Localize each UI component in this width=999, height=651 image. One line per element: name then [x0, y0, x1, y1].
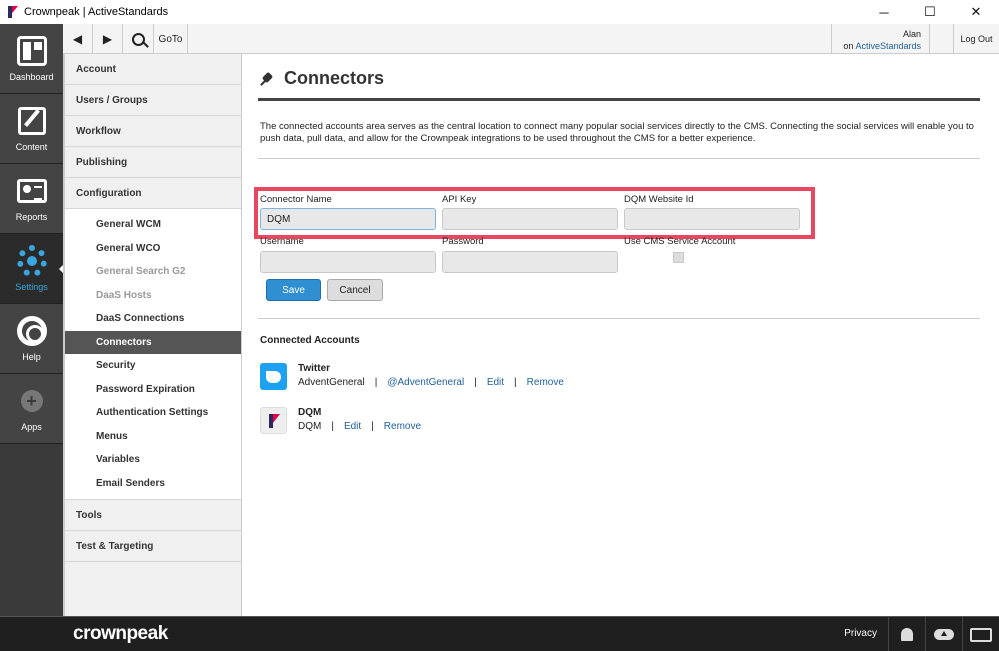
plus-icon: + [20, 389, 43, 412]
account-name: DQM [298, 407, 322, 418]
logout-button[interactable]: Log Out [953, 24, 999, 54]
nav-section-publishing[interactable]: Publishing [65, 147, 241, 178]
divider [258, 158, 980, 159]
page-title: Connectors [260, 68, 384, 89]
nav-item-email-senders[interactable]: Email Senders [65, 471, 241, 495]
page-title-text: Connectors [284, 68, 385, 88]
password-input[interactable] [442, 251, 618, 273]
search-button[interactable] [123, 24, 154, 54]
rail-label: Content [15, 141, 48, 152]
search-icon [131, 32, 145, 46]
rail-label: Help [22, 351, 41, 362]
highlight-annotation-box [254, 187, 815, 239]
close-button[interactable]: ✕ [953, 0, 999, 24]
nav-item-general-wco[interactable]: General WCO [65, 236, 241, 260]
nav-item-general-search-g2: General Search G2 [65, 260, 241, 284]
nav-item-daas-connections[interactable]: DaaS Connections [65, 307, 241, 331]
notifications-button[interactable] [888, 617, 925, 651]
main-rail: Dashboard Content Reports Settings Help … [0, 24, 64, 616]
nav-section-account[interactable]: Account [65, 54, 241, 85]
user-on-text: on [843, 41, 854, 51]
username-input[interactable] [260, 251, 436, 273]
window-titlebar: Crownpeak | ActiveStandards ─ ☐ ✕ [0, 0, 999, 24]
back-button[interactable]: ◀ [63, 24, 93, 54]
divider [258, 318, 980, 319]
cancel-button[interactable]: Cancel [327, 279, 383, 301]
nav-section-configuration[interactable]: Configuration [65, 178, 241, 209]
toolbar-separator [929, 24, 953, 54]
window-title: Crownpeak | ActiveStandards [24, 6, 169, 18]
fullscreen-button[interactable] [962, 617, 999, 651]
maximize-button[interactable]: ☐ [907, 0, 953, 24]
nav-item-connectors[interactable]: Connectors [65, 330, 241, 354]
nav-section-users-groups[interactable]: Users / Groups [65, 85, 241, 116]
account-id: DQM [298, 421, 322, 432]
nav-item-variables[interactable]: Variables [65, 448, 241, 472]
reports-icon [16, 178, 47, 203]
rail-label: Apps [21, 421, 42, 432]
connected-accounts-heading: Connected Accounts [260, 335, 360, 346]
edit-link[interactable]: Edit [344, 421, 361, 432]
nav-item-authentication-settings[interactable]: Authentication Settings [65, 401, 241, 425]
configuration-submenu: General WCM General WCO General Search G… [65, 209, 241, 500]
fullscreen-icon [970, 627, 992, 642]
goto-button[interactable]: GoTo [154, 24, 188, 54]
edit-icon [17, 106, 46, 135]
nav-item-general-wcm[interactable]: General WCM [65, 213, 241, 237]
page-description: The connected accounts area serves as th… [260, 121, 974, 144]
nav-item-daas-hosts: DaaS Hosts [65, 283, 241, 307]
nav-section-tools[interactable]: Tools [65, 500, 241, 531]
footer-brand-logo: crownpeak [73, 623, 168, 644]
title-divider [258, 98, 980, 101]
account-id: AdventGeneral [298, 377, 365, 388]
rail-item-apps[interactable]: + Apps [0, 374, 63, 444]
service-account-label: Use CMS Service Account [624, 236, 736, 247]
user-org: ActiveStandards [855, 41, 921, 51]
dqm-icon [260, 407, 287, 434]
password-label: Password [442, 236, 484, 247]
connected-account-twitter: Twitter AdventGeneral | @AdventGeneral | Edi… [260, 363, 564, 390]
rail-item-content[interactable]: Content [0, 94, 63, 164]
forward-button[interactable]: ▶ [93, 24, 123, 54]
account-name: Twitter [298, 363, 331, 374]
user-name: Alan [902, 29, 921, 39]
dashboard-icon [16, 35, 47, 66]
settings-nav: Account Users / Groups Workflow Publishi… [63, 54, 242, 616]
nav-item-security[interactable]: Security [65, 354, 241, 378]
rail-item-dashboard[interactable]: Dashboard [0, 24, 63, 94]
edit-link[interactable]: Edit [487, 377, 504, 388]
nav-item-menus[interactable]: Menus [65, 424, 241, 448]
account-handle-link[interactable]: @AdventGeneral [387, 377, 464, 388]
twitter-icon [260, 363, 287, 390]
rail-item-help[interactable]: Help [0, 304, 63, 374]
service-account-checkbox[interactable] [673, 252, 684, 263]
rail-label: Reports [15, 211, 48, 222]
username-label: Username [260, 236, 304, 247]
nav-section-workflow[interactable]: Workflow [65, 116, 241, 147]
rail-item-reports[interactable]: Reports [0, 164, 63, 234]
cloud-upload-button[interactable] [925, 617, 962, 651]
user-info[interactable]: Alan on ActiveStandards [831, 24, 929, 54]
lifebuoy-icon [16, 315, 47, 346]
cloud-upload-icon [934, 629, 954, 640]
rail-label: Settings [15, 281, 48, 292]
crownpeak-logo-icon [8, 6, 18, 18]
remove-link[interactable]: Remove [527, 377, 564, 388]
save-button[interactable]: Save [266, 279, 321, 301]
main-content: Connectors The connected accounts area s… [242, 54, 999, 616]
nav-section-test-targeting[interactable]: Test & Targeting [65, 531, 241, 562]
connected-account-dqm: DQM DQM | Edit | Remove [260, 407, 421, 434]
footer: crownpeak Privacy [0, 616, 999, 651]
nav-item-password-expiration[interactable]: Password Expiration [65, 377, 241, 401]
plug-icon [260, 72, 274, 86]
privacy-link[interactable]: Privacy [844, 628, 877, 639]
rail-label: Dashboard [9, 71, 54, 82]
rail-item-settings[interactable]: Settings [0, 234, 64, 304]
gear-icon [16, 244, 47, 277]
minimize-button[interactable]: ─ [861, 0, 907, 24]
toolbar: ◀ ▶ GoTo Alan on ActiveStandards Log Out [63, 24, 999, 54]
bell-icon [901, 628, 913, 641]
remove-link[interactable]: Remove [384, 421, 421, 432]
